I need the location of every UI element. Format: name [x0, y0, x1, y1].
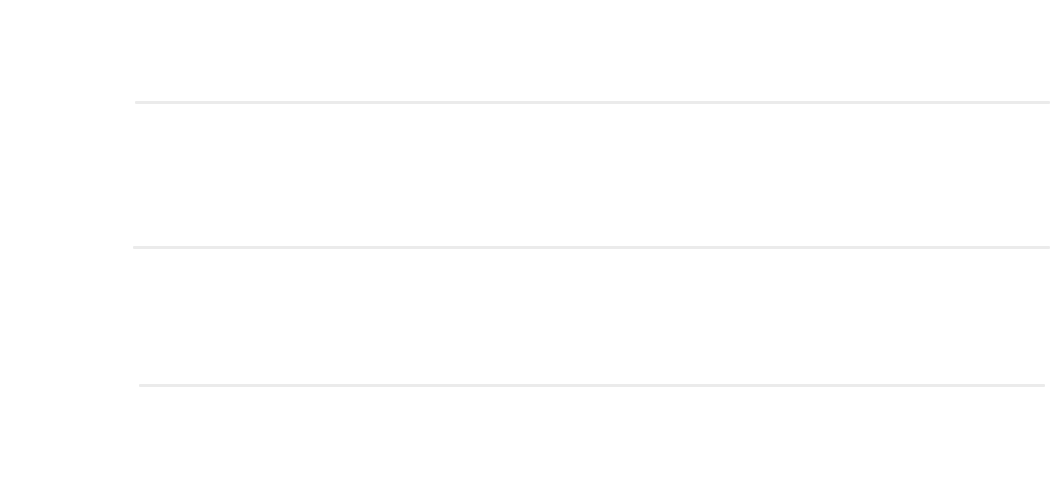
empty-section [135, 104, 1050, 246]
divider-line [139, 384, 1045, 387]
blank-page [0, 0, 1050, 483]
empty-section [133, 249, 1050, 384]
